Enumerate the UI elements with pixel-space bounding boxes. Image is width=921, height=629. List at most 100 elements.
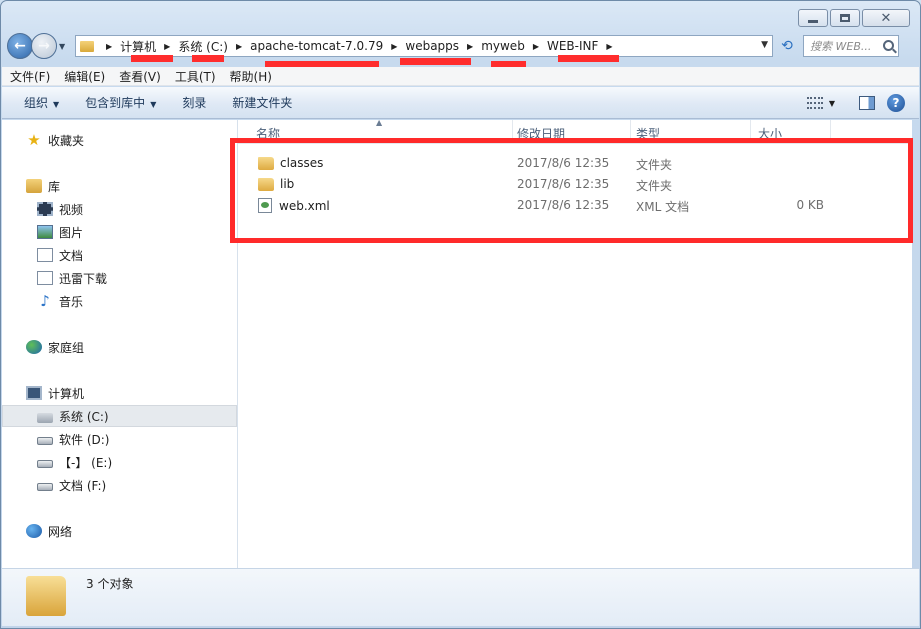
toolbar-right-group: ▼ ? xyxy=(806,94,905,112)
download-icon xyxy=(37,271,53,285)
redaction-mark xyxy=(558,55,619,62)
menu-help[interactable]: 帮助(H) xyxy=(230,68,272,85)
nav-music[interactable]: ♪ 音乐 xyxy=(2,290,237,312)
nav-computer[interactable]: 计算机 xyxy=(2,382,237,404)
video-icon xyxy=(37,202,53,216)
breadcrumb-separator[interactable]: ▶ xyxy=(533,42,539,51)
nav-drive-d-label: 软件 (D:) xyxy=(59,432,110,447)
refresh-button[interactable]: ⟲ xyxy=(775,35,799,57)
menu-tools[interactable]: 工具(T) xyxy=(175,68,216,85)
preview-pane-icon[interactable] xyxy=(859,96,875,110)
breadcrumb-separator[interactable]: ▶ xyxy=(391,42,397,51)
help-icon[interactable]: ? xyxy=(887,94,905,112)
chevron-down-icon: ▼ xyxy=(53,100,60,109)
drive-icon xyxy=(37,460,53,468)
nav-music-label: 音乐 xyxy=(59,294,84,309)
redaction-mark xyxy=(192,55,224,62)
include-in-library-button[interactable]: 包含到库中 ▼ xyxy=(85,94,156,111)
breadcrumb-drive-c[interactable]: 系统 (C:) xyxy=(178,38,228,55)
breadcrumb-separator[interactable]: ▶ xyxy=(236,42,242,51)
folder-large-icon xyxy=(26,576,66,616)
folder-icon xyxy=(80,40,94,52)
nav-favorites[interactable]: ★ 收藏夹 xyxy=(2,129,237,151)
search-placeholder: 搜索 WEB... xyxy=(810,40,872,53)
search-icon[interactable] xyxy=(883,40,894,51)
nav-drive-c[interactable]: 系统 (C:) xyxy=(2,405,237,427)
close-button[interactable]: ✕ xyxy=(862,9,910,27)
nav-drive-e-label: 【-】 (E:) xyxy=(59,455,113,470)
pictures-icon xyxy=(37,225,53,239)
nav-computer-label: 计算机 xyxy=(48,386,85,401)
breadcrumb-separator[interactable]: ▶ xyxy=(606,42,612,51)
forward-button[interactable]: → xyxy=(31,33,57,59)
minimize-icon xyxy=(808,19,818,23)
maximize-button[interactable] xyxy=(830,9,860,27)
nav-documents[interactable]: 文档 xyxy=(2,244,237,266)
nav-pictures[interactable]: 图片 xyxy=(2,221,237,243)
nav-videos[interactable]: 视频 xyxy=(2,198,237,220)
nav-pictures-label: 图片 xyxy=(59,225,84,240)
breadcrumb-web-inf[interactable]: WEB-INF xyxy=(547,39,598,53)
nav-network[interactable]: 网络 xyxy=(2,520,237,542)
refresh-icon: ⟲ xyxy=(781,38,793,54)
navigation-pane: ★ 收藏夹 库 视频 图片 文档 迅雷下载 ♪ 音乐 家庭组 计算机 系统 (C… xyxy=(2,120,238,568)
forward-arrow-icon: → xyxy=(38,38,50,54)
burn-button[interactable]: 刻录 xyxy=(182,94,206,111)
redaction-mark xyxy=(400,58,471,65)
explorer-window: ✕ ← → ▼ ▶ 计算机 ▶ 系统 (C:) ▶ apache-tomcat-… xyxy=(0,0,921,629)
menu-view[interactable]: 查看(V) xyxy=(119,68,161,85)
nav-homegroup[interactable]: 家庭组 xyxy=(2,336,237,358)
breadcrumb-separator[interactable]: ▶ xyxy=(467,42,473,51)
nav-network-label: 网络 xyxy=(48,524,73,539)
nav-thunder-downloads-label: 迅雷下载 xyxy=(59,271,108,286)
breadcrumb-computer[interactable]: 计算机 xyxy=(120,38,156,55)
menu-file[interactable]: 文件(F) xyxy=(10,68,50,85)
organize-label: 组织 xyxy=(24,96,49,110)
back-button[interactable]: ← xyxy=(7,33,33,59)
address-history-dropdown[interactable]: ▼ xyxy=(761,40,768,50)
document-icon xyxy=(37,248,53,262)
search-input[interactable]: 搜索 WEB... xyxy=(803,35,899,57)
breadcrumb-myweb[interactable]: myweb xyxy=(481,39,525,53)
new-folder-button[interactable]: 新建文件夹 xyxy=(232,94,292,111)
drive-icon xyxy=(37,483,53,491)
back-arrow-icon: ← xyxy=(14,38,26,54)
address-bar[interactable]: ▶ 计算机 ▶ 系统 (C:) ▶ apache-tomcat-7.0.79 ▶… xyxy=(75,35,773,57)
change-view-icon[interactable] xyxy=(806,97,823,109)
command-bar: 组织 ▼ 包含到库中 ▼ 刻录 新建文件夹 ▼ ? xyxy=(2,87,919,119)
breadcrumb-separator[interactable]: ▶ xyxy=(106,42,112,51)
close-icon: ✕ xyxy=(880,10,892,26)
resize-grip[interactable] xyxy=(907,614,919,626)
nav-homegroup-label: 家庭组 xyxy=(48,340,85,355)
menu-edit[interactable]: 编辑(E) xyxy=(64,68,105,85)
recent-pages-dropdown[interactable]: ▼ xyxy=(59,42,71,51)
nav-drive-f[interactable]: 文档 (F:) xyxy=(2,474,237,496)
nav-libraries-label: 库 xyxy=(48,179,61,194)
minimize-button[interactable] xyxy=(798,9,828,27)
redaction-mark xyxy=(131,55,173,62)
nav-videos-label: 视频 xyxy=(59,202,84,217)
item-count: 3 个对象 xyxy=(86,577,134,591)
sort-ascending-icon: ▲ xyxy=(376,118,383,127)
nav-drive-d[interactable]: 软件 (D:) xyxy=(2,428,237,450)
annotation-highlight-box xyxy=(230,138,913,243)
drive-icon xyxy=(37,437,53,445)
library-icon xyxy=(26,179,42,193)
menu-bar: 文件(F) 编辑(E) 查看(V) 工具(T) 帮助(H) xyxy=(2,67,919,86)
system-drive-icon xyxy=(37,413,53,423)
maximize-icon xyxy=(840,14,850,22)
breadcrumb-tomcat[interactable]: apache-tomcat-7.0.79 xyxy=(250,39,383,53)
nav-thunder-downloads[interactable]: 迅雷下载 xyxy=(2,267,237,289)
breadcrumb-separator[interactable]: ▶ xyxy=(164,42,170,51)
homegroup-icon xyxy=(26,340,42,354)
details-pane: 3 个对象 xyxy=(2,568,919,626)
star-icon: ★ xyxy=(27,131,41,149)
nav-favorites-label: 收藏夹 xyxy=(48,133,85,148)
breadcrumb-webapps[interactable]: webapps xyxy=(405,39,459,53)
view-options-dropdown[interactable]: ▼ xyxy=(829,99,835,108)
nav-drive-c-label: 系统 (C:) xyxy=(59,409,109,424)
nav-drive-e[interactable]: 【-】 (E:) xyxy=(2,451,237,473)
nav-libraries[interactable]: 库 xyxy=(2,175,237,197)
network-icon xyxy=(26,524,42,538)
organize-button[interactable]: 组织 ▼ xyxy=(24,94,59,111)
